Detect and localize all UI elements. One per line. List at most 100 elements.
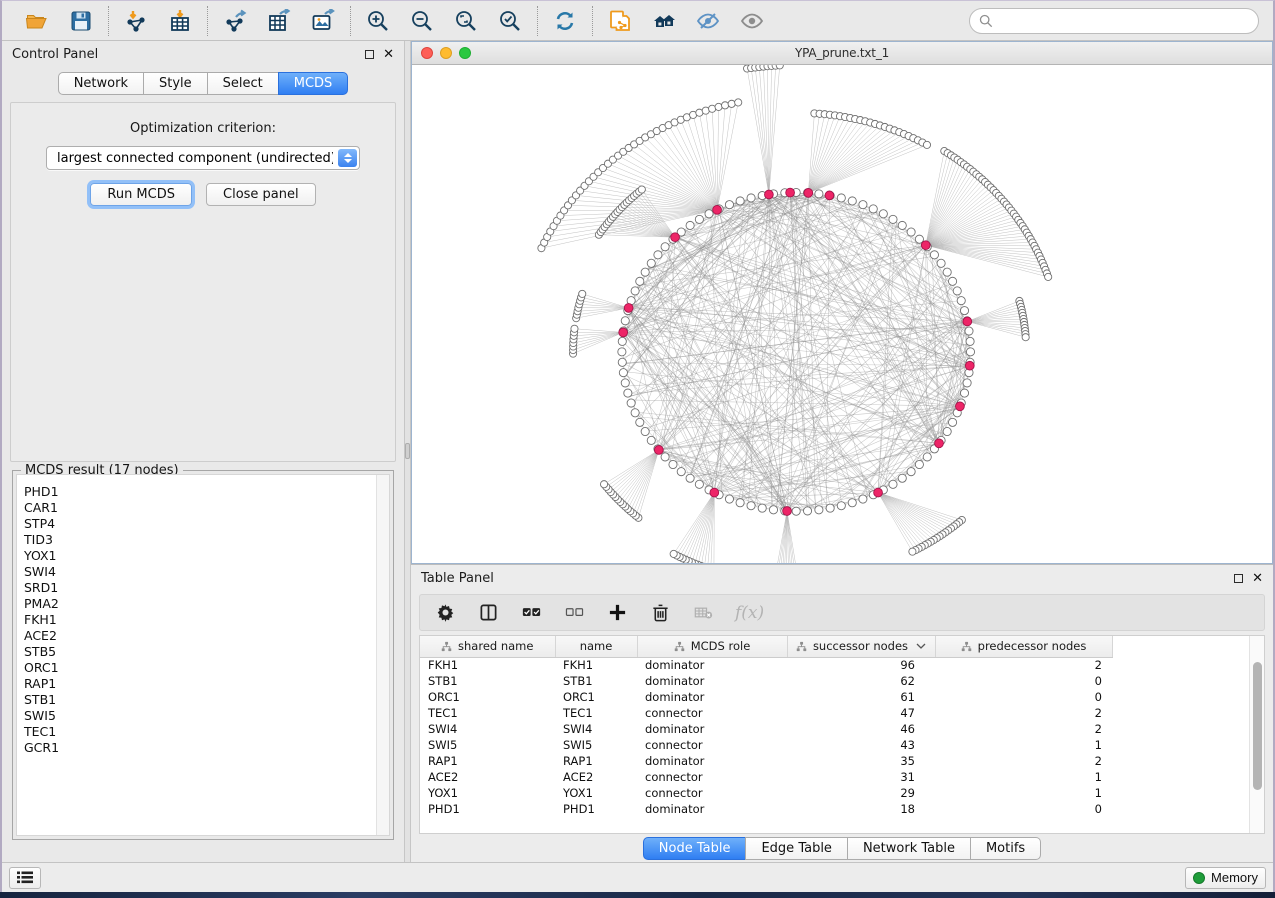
mcds-result-item[interactable]: YOX1 bbox=[24, 548, 389, 564]
save-session-button[interactable] bbox=[68, 8, 94, 34]
search-input[interactable] bbox=[999, 12, 1249, 29]
table-row[interactable]: ORC1ORC1dominator610 bbox=[420, 689, 1112, 705]
run-mcds-button[interactable]: Run MCDS bbox=[90, 183, 192, 206]
close-table-panel-icon[interactable]: ✕ bbox=[1252, 574, 1263, 583]
select-all-button[interactable] bbox=[520, 602, 542, 624]
tab-network-table[interactable]: Network Table bbox=[847, 837, 971, 860]
graph-node bbox=[747, 502, 755, 510]
optimization-criterion-select[interactable]: largest connected component (undirected) bbox=[46, 146, 360, 170]
column-header-name[interactable]: name bbox=[555, 636, 637, 657]
mcds-result-scrollbar[interactable] bbox=[376, 475, 389, 835]
window-minimize-icon[interactable] bbox=[440, 47, 452, 59]
table-row[interactable]: YOX1YOX1connector291 bbox=[420, 785, 1112, 801]
show-columns-button[interactable] bbox=[477, 602, 499, 624]
table-row[interactable]: SWI5SWI5connector431 bbox=[420, 737, 1112, 753]
eye-icon bbox=[740, 9, 764, 33]
graph-hub-node bbox=[619, 328, 628, 337]
memory-button[interactable]: Memory bbox=[1185, 867, 1266, 889]
mcds-result-item[interactable]: ORC1 bbox=[24, 660, 389, 676]
tab-mcds[interactable]: MCDS bbox=[278, 72, 349, 95]
tab-motifs[interactable]: Motifs bbox=[970, 837, 1041, 860]
table-row[interactable]: SWI4SWI4dominator462 bbox=[420, 721, 1112, 737]
table-row[interactable]: PHD1PHD1dominator180 bbox=[420, 801, 1112, 817]
mcds-result-item[interactable]: TID3 bbox=[24, 532, 389, 548]
table-row[interactable]: STB1STB1dominator620 bbox=[420, 673, 1112, 689]
unselect-all-button[interactable] bbox=[563, 602, 585, 624]
float-table-panel-icon[interactable] bbox=[1234, 574, 1243, 583]
mcds-result-item[interactable]: TEC1 bbox=[24, 724, 389, 740]
table-scrollbar[interactable] bbox=[1249, 636, 1264, 833]
mcds-result-item[interactable]: SRD1 bbox=[24, 580, 389, 596]
export-network-button[interactable] bbox=[222, 8, 248, 34]
zoom-fit-button[interactable] bbox=[453, 8, 479, 34]
main-area: Control Panel ✕ NetworkStyleSelectMCDS O… bbox=[2, 41, 1273, 862]
open-file-button[interactable] bbox=[24, 8, 50, 34]
graph-node bbox=[647, 259, 655, 267]
task-history-button[interactable] bbox=[9, 867, 41, 889]
table-row[interactable]: ACE2ACE2connector311 bbox=[420, 769, 1112, 785]
mcds-result-item[interactable]: STB1 bbox=[24, 692, 389, 708]
function-builder-button[interactable]: f(x) bbox=[735, 603, 764, 623]
table-row[interactable]: FKH1FKH1dominator962 bbox=[420, 657, 1112, 673]
add-column-button[interactable] bbox=[606, 602, 628, 624]
graph-node bbox=[923, 453, 931, 461]
mcds-result-item[interactable]: ACE2 bbox=[24, 628, 389, 644]
table-scrollbar-thumb[interactable] bbox=[1253, 662, 1262, 790]
tab-style[interactable]: Style bbox=[143, 72, 208, 95]
column-header-shared-name[interactable]: shared name bbox=[420, 636, 555, 657]
show-all-button[interactable] bbox=[739, 8, 765, 34]
mcds-result-item[interactable]: PMA2 bbox=[24, 596, 389, 612]
zoom-out-button[interactable] bbox=[409, 8, 435, 34]
refresh-layout-button[interactable] bbox=[552, 8, 578, 34]
graph-node bbox=[915, 460, 923, 468]
mcds-result-item[interactable]: PHD1 bbox=[24, 484, 389, 500]
tab-edge-table[interactable]: Edge Table bbox=[745, 837, 847, 860]
graph-hub-node bbox=[804, 189, 813, 198]
export-image-button[interactable] bbox=[310, 8, 336, 34]
column-header-MCDS-role[interactable]: MCDS role bbox=[637, 636, 787, 657]
mcds-result-item[interactable]: CAR1 bbox=[24, 500, 389, 516]
close-panel-icon[interactable]: ✕ bbox=[383, 50, 394, 59]
table-row[interactable]: RAP1RAP1dominator352 bbox=[420, 753, 1112, 769]
graph-node bbox=[641, 268, 649, 276]
graph-hub-node bbox=[654, 446, 663, 455]
tab-network[interactable]: Network bbox=[58, 72, 144, 95]
float-panel-icon[interactable] bbox=[365, 50, 374, 59]
splitter-handle-icon[interactable] bbox=[405, 443, 410, 459]
graph-node bbox=[638, 186, 645, 193]
window-close-icon[interactable] bbox=[421, 47, 433, 59]
delete-table-button[interactable] bbox=[692, 602, 714, 624]
network-canvas[interactable] bbox=[412, 65, 1272, 563]
delete-column-button[interactable] bbox=[649, 602, 671, 624]
table-settings-button[interactable] bbox=[434, 602, 456, 624]
mcds-result-item[interactable]: STP4 bbox=[24, 516, 389, 532]
tab-select[interactable]: Select bbox=[207, 72, 279, 95]
mcds-result-item[interactable]: RAP1 bbox=[24, 676, 389, 692]
table-row[interactable]: TEC1TEC1connector472 bbox=[420, 705, 1112, 721]
graph-node bbox=[943, 427, 951, 435]
mcds-result-item[interactable]: GCR1 bbox=[24, 740, 389, 756]
window-maximize-icon[interactable] bbox=[459, 47, 471, 59]
tab-node-table[interactable]: Node Table bbox=[643, 837, 747, 860]
panel-splitter[interactable] bbox=[404, 41, 411, 862]
zoom-in-button[interactable] bbox=[365, 8, 391, 34]
cell-name: TEC1 bbox=[555, 705, 637, 721]
network-graph[interactable] bbox=[412, 65, 1272, 563]
import-network-button[interactable] bbox=[123, 8, 149, 34]
first-neighbors-button[interactable] bbox=[651, 8, 677, 34]
eye-slash-icon bbox=[696, 9, 720, 33]
close-panel-button[interactable]: Close panel bbox=[206, 183, 316, 206]
import-table-button[interactable] bbox=[167, 8, 193, 34]
mcds-result-item[interactable]: FKH1 bbox=[24, 612, 389, 628]
mcds-result-item[interactable]: SWI4 bbox=[24, 564, 389, 580]
zoom-selected-button[interactable] bbox=[497, 8, 523, 34]
column-header-predecessor-nodes[interactable]: predecessor nodes bbox=[935, 636, 1112, 657]
graph-node bbox=[686, 221, 694, 229]
export-table-button[interactable] bbox=[266, 8, 292, 34]
column-header-successor-nodes[interactable]: successor nodes bbox=[787, 636, 935, 657]
network-snapshot-button[interactable] bbox=[607, 8, 633, 34]
mcds-tab-content: Optimization criterion: largest connecte… bbox=[10, 102, 396, 462]
hide-selected-button[interactable] bbox=[695, 8, 721, 34]
mcds-result-item[interactable]: STB5 bbox=[24, 644, 389, 660]
mcds-result-item[interactable]: SWI5 bbox=[24, 708, 389, 724]
